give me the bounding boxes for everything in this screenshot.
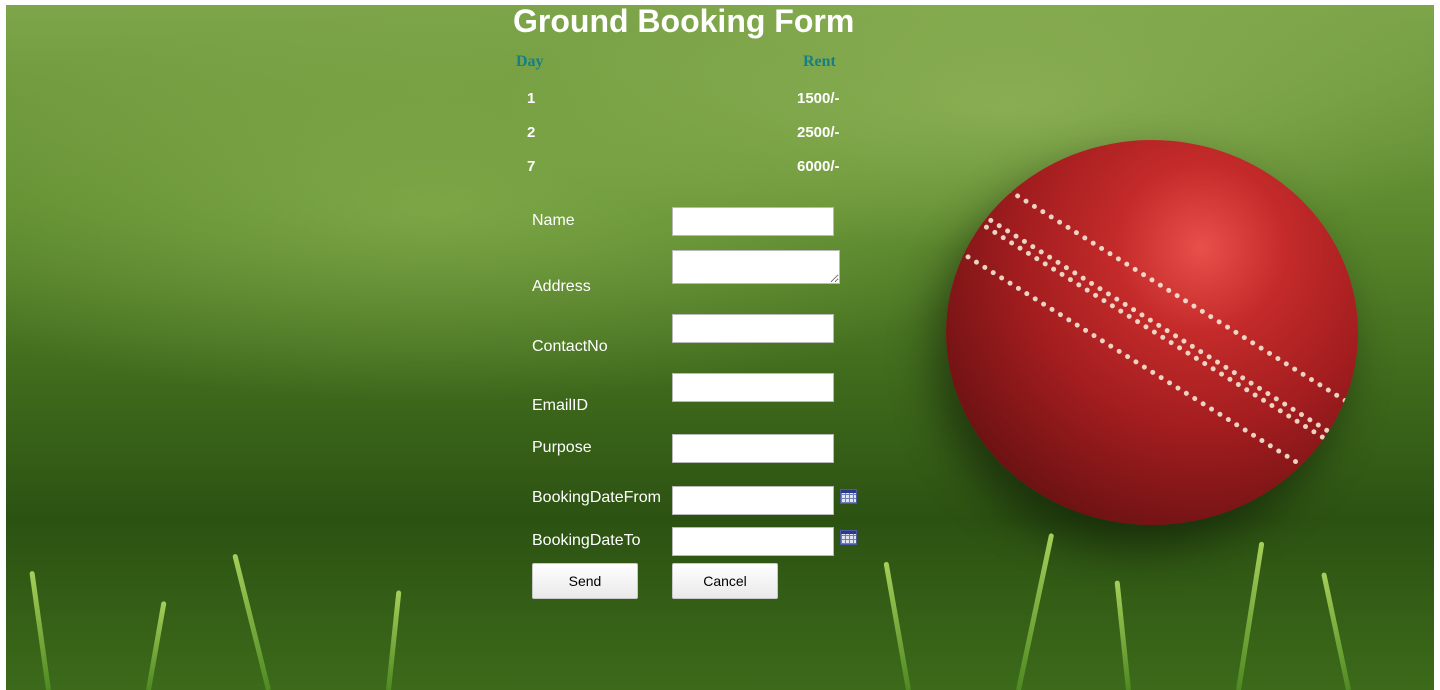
- grass-blade: [232, 553, 271, 690]
- booking-date-to-input[interactable]: [672, 527, 834, 556]
- cancel-button[interactable]: Cancel: [672, 563, 778, 599]
- grass-blade: [1236, 541, 1265, 690]
- calendar-icon[interactable]: [840, 530, 857, 545]
- name-label: Name: [532, 212, 575, 229]
- grass-blade: [883, 561, 911, 690]
- rent-table-cell-rent: 1500/-: [797, 90, 840, 107]
- name-input[interactable]: [672, 207, 834, 236]
- contact-no-input[interactable]: [672, 314, 834, 343]
- grass-blade: [1016, 532, 1055, 690]
- page-title: Ground Booking Form: [513, 3, 855, 39]
- rent-table-cell-rent: 6000/-: [797, 158, 840, 175]
- purpose-label: Purpose: [532, 439, 592, 456]
- grass-blade: [146, 600, 167, 690]
- ball-seam: [946, 180, 1358, 518]
- email-id-input[interactable]: [672, 373, 834, 402]
- rent-table-cell-rent: 2500/-: [797, 124, 840, 141]
- purpose-input[interactable]: [672, 434, 834, 463]
- send-button[interactable]: Send: [532, 563, 638, 599]
- address-label: Address: [532, 278, 591, 295]
- grass-blade: [1114, 580, 1131, 690]
- rent-table-cell-day: 2: [527, 124, 536, 141]
- grass-blade: [1321, 572, 1351, 690]
- cricket-ball-image: [946, 140, 1358, 525]
- calendar-icon[interactable]: [840, 489, 857, 504]
- rent-table-header-rent: Rent: [803, 53, 836, 70]
- address-textarea[interactable]: [672, 250, 840, 284]
- email-id-label: EmailID: [532, 397, 589, 414]
- booking-date-from-input[interactable]: [672, 486, 834, 515]
- rent-table-cell-day: 7: [527, 158, 536, 175]
- rent-table-header-day: Day: [516, 53, 544, 70]
- contact-no-label: ContactNo: [532, 338, 608, 355]
- rent-table-cell-day: 1: [527, 90, 536, 107]
- grass-blade: [386, 590, 402, 690]
- booking-date-to-label: BookingDateTo: [532, 532, 641, 549]
- grass-blade: [29, 570, 51, 690]
- booking-date-from-label: BookingDateFrom: [532, 489, 661, 506]
